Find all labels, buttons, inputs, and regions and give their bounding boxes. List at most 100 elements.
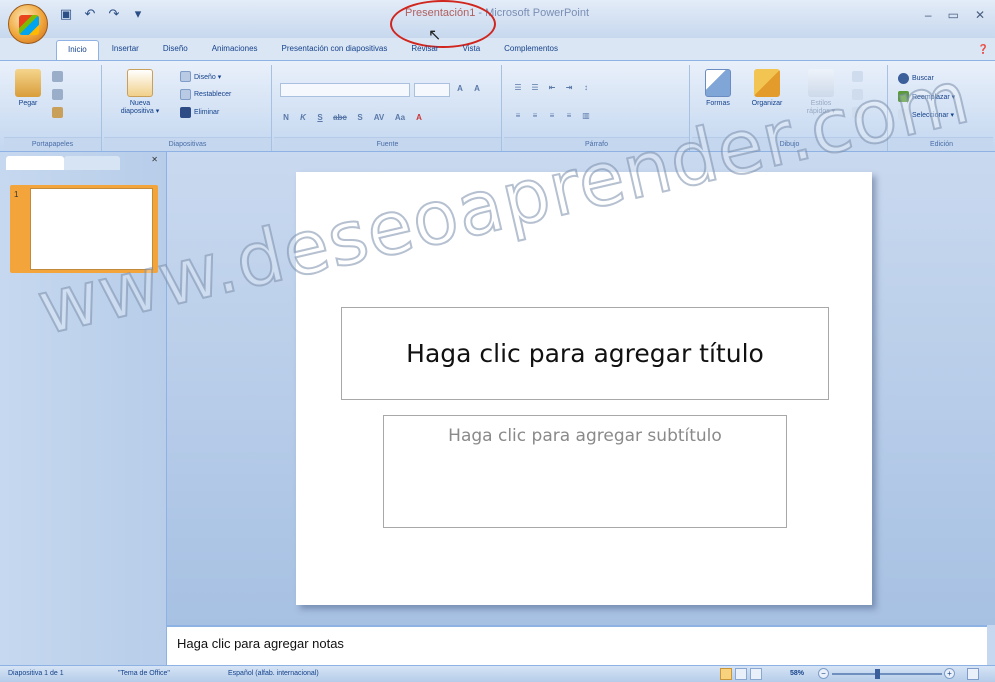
- tab-vista[interactable]: Vista: [452, 40, 492, 60]
- reset-label: Restablecer: [194, 91, 232, 98]
- notes-scrollbar[interactable]: [987, 625, 995, 665]
- redo-icon[interactable]: ↷: [106, 6, 122, 22]
- tab-complementos[interactable]: Complementos: [493, 40, 569, 60]
- bullets-icon[interactable]: ☰: [512, 83, 524, 92]
- select-arrow-icon: [898, 109, 909, 120]
- quick-styles-label-2: rápidos ▾: [806, 108, 836, 115]
- normal-view-icon[interactable]: [720, 668, 732, 680]
- font-size-controls: A A: [454, 84, 483, 93]
- find-label: Buscar: [912, 75, 934, 82]
- new-slide-icon: [127, 69, 153, 97]
- format-painter-button[interactable]: [52, 107, 63, 118]
- strikethrough-button[interactable]: abc: [331, 113, 349, 122]
- sorter-view-icon[interactable]: [735, 668, 747, 680]
- columns-icon[interactable]: ▥: [580, 111, 592, 120]
- brush-icon: [52, 107, 63, 118]
- outline-icon: [852, 89, 863, 100]
- shape-fill-button[interactable]: [852, 71, 863, 82]
- slide-thumbnail[interactable]: [30, 188, 153, 270]
- change-case-button[interactable]: Aa: [392, 113, 408, 122]
- zoom-out-icon[interactable]: −: [818, 668, 829, 679]
- status-bar: Diapositiva 1 de 1 "Tema de Office" Espa…: [0, 665, 995, 682]
- delete-label: Eliminar: [194, 109, 220, 116]
- arrange-button[interactable]: Organizar: [742, 69, 792, 107]
- layout-button[interactable]: Diseño ▾: [180, 71, 221, 82]
- new-slide-label-1: Nueva: [129, 100, 151, 107]
- zoom-in-icon[interactable]: +: [944, 668, 955, 679]
- fit-to-window-icon[interactable]: [967, 668, 979, 680]
- group-label-diapositivas: Diapositivas: [104, 137, 271, 151]
- arrange-label: Organizar: [751, 100, 783, 107]
- numbering-icon[interactable]: ☰: [529, 83, 541, 92]
- paste-button[interactable]: Pegar: [10, 69, 46, 107]
- tab-insertar[interactable]: Insertar: [101, 40, 150, 60]
- font-name-input[interactable]: [280, 83, 410, 97]
- select-button[interactable]: Seleccionar ▾: [898, 109, 954, 120]
- quick-access-toolbar: ▣ ↶ ↷ ▾: [58, 6, 146, 22]
- binoculars-icon: [898, 73, 909, 84]
- tab-animaciones[interactable]: Animaciones: [201, 40, 269, 60]
- italic-button[interactable]: K: [297, 113, 309, 122]
- window-controls: – ▭ ✕: [925, 8, 985, 22]
- shrink-font-button[interactable]: A: [471, 84, 483, 93]
- delete-slide-button[interactable]: Eliminar: [180, 107, 219, 118]
- shapes-label: Formas: [706, 100, 730, 107]
- group-label-dibujo: Dibujo: [692, 137, 887, 151]
- zoom-level[interactable]: 58%: [790, 670, 804, 677]
- quick-styles-button[interactable]: Estilos rápidos ▾: [798, 69, 844, 115]
- align-left-icon[interactable]: ≡: [512, 111, 524, 120]
- zoom-slider[interactable]: [832, 673, 942, 675]
- ribbon-tabs: Inicio Insertar Diseño Animaciones Prese…: [56, 40, 569, 60]
- shape-effects-button[interactable]: [852, 107, 863, 118]
- align-right-icon[interactable]: ≡: [546, 111, 558, 120]
- replace-label: Reemplazar ▾: [912, 93, 956, 101]
- zoom-slider-thumb[interactable]: [875, 669, 880, 679]
- tab-revisar[interactable]: Revisar: [400, 40, 449, 60]
- title-bar: ▣ ↶ ↷ ▾ Presentación1 - Microsoft PowerP…: [0, 0, 995, 38]
- outline-tab[interactable]: [64, 156, 120, 170]
- line-spacing-icon[interactable]: ↕: [580, 83, 592, 92]
- cut-button[interactable]: [52, 71, 63, 82]
- language-indicator[interactable]: Español (alfab. internacional): [228, 670, 319, 677]
- close-panel-icon[interactable]: ✕: [151, 155, 158, 164]
- restore-button[interactable]: ▭: [948, 8, 959, 22]
- office-button[interactable]: [8, 4, 48, 44]
- cut-icon: [52, 71, 63, 82]
- undo-icon[interactable]: ↶: [82, 6, 98, 22]
- shape-outline-button[interactable]: [852, 89, 863, 100]
- slideshow-view-icon[interactable]: [750, 668, 762, 680]
- paste-label: Pegar: [18, 100, 38, 107]
- help-icon[interactable]: ❓: [978, 44, 989, 55]
- copy-button[interactable]: [52, 89, 63, 100]
- spacing-button[interactable]: AV: [371, 113, 387, 122]
- minimize-button[interactable]: –: [925, 8, 932, 22]
- tab-inicio[interactable]: Inicio: [56, 40, 99, 60]
- decrease-indent-icon[interactable]: ⇤: [546, 83, 558, 92]
- save-icon[interactable]: ▣: [58, 6, 74, 22]
- tab-presentacion[interactable]: Presentación con diapositivas: [271, 40, 399, 60]
- reset-button[interactable]: Restablecer: [180, 89, 231, 100]
- title-placeholder[interactable]: Haga clic para agregar título: [341, 307, 829, 400]
- quick-styles-icon: [808, 69, 834, 97]
- shapes-button[interactable]: Formas: [698, 69, 738, 107]
- replace-button[interactable]: Reemplazar ▾: [898, 91, 955, 102]
- justify-icon[interactable]: ≡: [563, 111, 575, 120]
- new-slide-label-2: diapositiva ▾: [120, 108, 160, 115]
- find-button[interactable]: Buscar: [898, 73, 934, 84]
- align-center-icon[interactable]: ≡: [529, 111, 541, 120]
- slides-tab[interactable]: [6, 156, 64, 170]
- new-slide-button[interactable]: Nueva diapositiva ▾: [110, 69, 170, 115]
- subtitle-placeholder[interactable]: Haga clic para agregar subtítulo: [383, 415, 787, 528]
- grow-font-button[interactable]: A: [454, 84, 466, 93]
- customize-qat-icon[interactable]: ▾: [130, 6, 146, 22]
- group-fuente: A A N K S abc S AV Aa A Fuente: [274, 65, 502, 151]
- font-color-button[interactable]: A: [413, 113, 425, 122]
- bold-button[interactable]: N: [280, 113, 292, 122]
- font-size-input[interactable]: [414, 83, 450, 97]
- close-button[interactable]: ✕: [975, 8, 985, 22]
- tab-diseno[interactable]: Diseño: [152, 40, 199, 60]
- underline-button[interactable]: S: [314, 113, 326, 122]
- shadow-button[interactable]: S: [354, 113, 366, 122]
- notes-pane[interactable]: Haga clic para agregar notas: [167, 625, 987, 665]
- increase-indent-icon[interactable]: ⇥: [563, 83, 575, 92]
